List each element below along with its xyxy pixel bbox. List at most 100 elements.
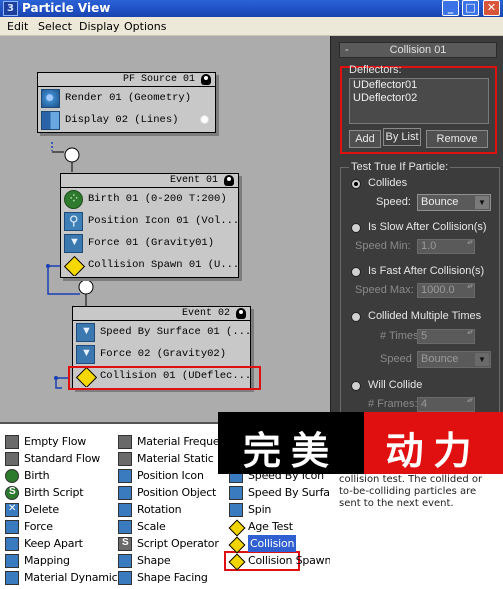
app-logo-icon: 3 bbox=[3, 1, 18, 16]
material-dynamic-icon bbox=[5, 571, 19, 585]
depot-item-label: Delete bbox=[24, 503, 59, 516]
depot-item-label: Position Object bbox=[137, 486, 217, 499]
watermark-left: 完美 bbox=[218, 412, 364, 474]
operator-collision-spawn[interactable]: Collision Spawn 01 (U... bbox=[61, 254, 238, 276]
depot-item-label: Spin bbox=[248, 503, 272, 516]
shape-icon bbox=[118, 554, 132, 568]
operator-label: Display 02 (Lines) bbox=[65, 114, 179, 126]
depot-item-label: Scale bbox=[137, 520, 166, 533]
menu-edit[interactable]: Edit bbox=[7, 17, 28, 36]
spin-icon bbox=[229, 503, 243, 517]
menu-options[interactable]: Options bbox=[124, 17, 166, 36]
multiple-speed-value: Bounce bbox=[421, 353, 459, 365]
event-02-header[interactable]: Event 02 bbox=[73, 307, 250, 321]
multiple-speed-dropdown[interactable]: Bounce ▼ bbox=[417, 351, 491, 368]
event-02-title: Event 02 bbox=[181, 308, 230, 319]
operator-position-icon[interactable]: Position Icon 01 (Vol... bbox=[61, 210, 238, 232]
list-item[interactable]: UDeflector01 bbox=[350, 79, 488, 92]
lightbulb-icon[interactable] bbox=[224, 175, 234, 186]
frames-spinner[interactable]: 4 bbox=[417, 397, 475, 412]
operator-label: Speed By Surface 01 (... bbox=[100, 326, 250, 338]
operator-force[interactable]: Force 01 (Gravity01) bbox=[61, 232, 238, 254]
material-frequenc-icon bbox=[118, 435, 132, 449]
lightbulb-icon[interactable] bbox=[201, 74, 211, 85]
standard-flow-icon bbox=[5, 452, 19, 466]
fast-label: Is Fast After Collision(s) bbox=[368, 265, 485, 277]
shape-facing-icon bbox=[118, 571, 132, 585]
speed-surface-icon bbox=[76, 323, 95, 342]
highlight-collision-operator bbox=[68, 366, 261, 390]
event-01-title: Event 01 bbox=[169, 175, 218, 186]
watermark-left-text: 完美 bbox=[242, 429, 339, 473]
rollout-header-collision[interactable]: - Collision 01 bbox=[339, 42, 497, 58]
depot-item-label: Birth Script bbox=[24, 486, 84, 499]
multiple-radio[interactable] bbox=[351, 312, 361, 322]
description-panel: collision test. The collided or to-be-co… bbox=[330, 472, 503, 589]
menu-display[interactable]: Display bbox=[79, 17, 120, 36]
collides-radio[interactable] bbox=[351, 179, 361, 189]
times-spinner[interactable]: 5 bbox=[417, 329, 475, 344]
operator-force-02[interactable]: Force 02 (Gravity02) bbox=[73, 343, 250, 365]
chevron-down-icon: ▼ bbox=[475, 196, 489, 209]
multiple-speed-label: Speed bbox=[380, 353, 412, 365]
will-collide-label: Will Collide bbox=[368, 379, 423, 391]
depot-item-label: Age Test bbox=[248, 520, 293, 533]
speed-label: Speed: bbox=[376, 196, 411, 208]
deflectors-label: Deflectors: bbox=[349, 64, 402, 76]
force-icon bbox=[5, 520, 19, 534]
operator-display[interactable]: Display 02 (Lines) bbox=[38, 109, 215, 131]
force-icon bbox=[76, 345, 95, 364]
depot-item-label: Standard Flow bbox=[24, 452, 101, 465]
particle-graph-canvas[interactable]: PF Source 01 Render 01 (Geometry) Displa… bbox=[0, 36, 330, 422]
by-list-button[interactable]: By List bbox=[383, 128, 421, 146]
deflectors-list[interactable]: UDeflector01 UDeflector02 bbox=[349, 78, 489, 124]
menu-select[interactable]: Select bbox=[38, 17, 72, 36]
multiple-label: Collided Multiple Times bbox=[368, 310, 482, 322]
render-icon bbox=[41, 89, 60, 108]
collision-spawn-icon bbox=[64, 256, 83, 275]
position-icon-icon bbox=[118, 469, 132, 483]
event-01-node[interactable]: Event 01 Birth 01 (0-200 T:200) Position… bbox=[60, 173, 239, 278]
collides-label: Collides bbox=[368, 177, 408, 189]
pf-source-title: PF Source 01 bbox=[122, 74, 195, 85]
operator-birth[interactable]: Birth 01 (0-200 T:200) bbox=[61, 188, 238, 210]
fast-radio[interactable] bbox=[351, 267, 361, 277]
list-item[interactable]: UDeflector02 bbox=[350, 92, 488, 105]
age-test-icon bbox=[229, 520, 243, 534]
event-01-header[interactable]: Event 01 bbox=[61, 174, 238, 188]
operator-speed-by-surface[interactable]: Speed By Surface 01 (... bbox=[73, 321, 250, 343]
speed-dropdown[interactable]: Bounce ▼ bbox=[417, 194, 491, 211]
operator-label: Render 01 (Geometry) bbox=[65, 92, 192, 104]
watermark-right-text: 动力 bbox=[385, 429, 482, 473]
slow-radio[interactable] bbox=[351, 223, 361, 233]
frames-label: # Frames: bbox=[368, 398, 418, 410]
speed-min-spinner[interactable]: 1.0 bbox=[417, 239, 475, 254]
depot-item-label: Speed By Surfac bbox=[248, 486, 336, 499]
minimize-button[interactable]: _ bbox=[442, 0, 459, 16]
will-collide-radio[interactable] bbox=[351, 381, 361, 391]
lightbulb-icon[interactable] bbox=[236, 308, 246, 319]
birth-icon bbox=[5, 469, 19, 483]
collision-spawn-icon bbox=[229, 554, 243, 568]
operator-description: collision test. The collided or to-be-co… bbox=[339, 474, 483, 509]
close-button[interactable]: ✕ bbox=[483, 0, 500, 16]
depot-item-label: Material Static bbox=[137, 452, 214, 465]
speed-max-spinner[interactable]: 1000.0 bbox=[417, 283, 475, 298]
rotation-icon bbox=[118, 503, 132, 517]
pf-source-header[interactable]: PF Source 01 bbox=[38, 73, 215, 87]
rollout-title: Collision 01 bbox=[389, 44, 447, 56]
remove-button[interactable]: Remove bbox=[426, 130, 488, 148]
empty-flow-icon bbox=[5, 435, 19, 449]
position-icon bbox=[64, 212, 83, 231]
speed-min-label: Speed Min: bbox=[355, 240, 411, 252]
operator-label: Collision Spawn 01 (U... bbox=[88, 259, 238, 271]
display-color-swatch[interactable] bbox=[200, 115, 209, 124]
depot-item-label: Script Operator bbox=[137, 537, 219, 550]
add-button[interactable]: Add bbox=[349, 130, 381, 148]
depot-item-label: Rotation bbox=[137, 503, 182, 516]
depot-item-label: Material Dynamic bbox=[24, 571, 118, 584]
operator-render[interactable]: Render 01 (Geometry) bbox=[38, 87, 215, 109]
watermark-right: 动力 bbox=[364, 412, 503, 474]
maximize-button[interactable]: □ bbox=[462, 0, 479, 16]
pf-source-node[interactable]: PF Source 01 Render 01 (Geometry) Displa… bbox=[37, 72, 216, 133]
